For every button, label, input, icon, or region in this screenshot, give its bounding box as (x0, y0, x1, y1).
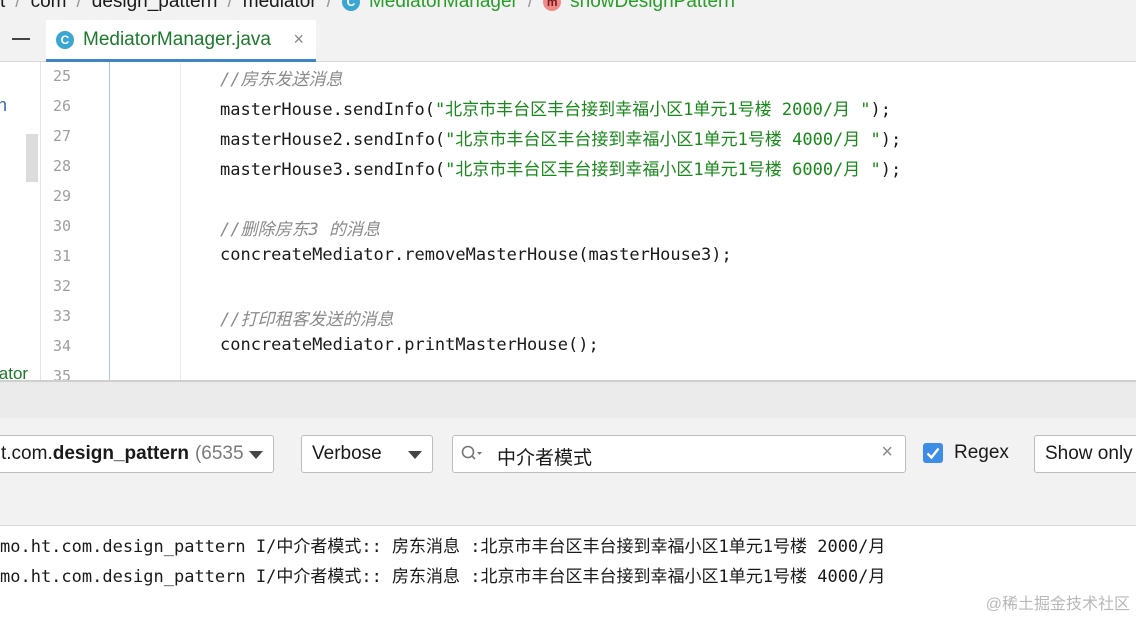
line-number: 34 (52, 337, 71, 355)
search-value: 中介者模式 (497, 448, 593, 469)
breadcrumb: t / com / design_pattern / mediator / CM… (0, 0, 1136, 20)
breadcrumb-separator: / (326, 0, 332, 12)
line-number: 30 (52, 217, 71, 235)
code-comment: //删除房东3 的消息 (220, 220, 380, 240)
code-string: "北京市丰台区丰台接到幸福小区1单元1号楼 6000/月 " (445, 160, 881, 180)
check-icon (926, 447, 940, 460)
process-dropdown[interactable]: t.com. design_pattern (6535 (0, 435, 274, 473)
breadcrumb-label: mediator (242, 0, 317, 12)
log-line: mo.ht.com.design_pattern I/中介者模式:: 房东消息 … (0, 537, 886, 557)
regex-label: Regex (954, 442, 1009, 463)
line-number-gutter: 25 26 27 28 29 30 31 32 33 34 35 (41, 62, 125, 385)
code-comment: //房东发送消息 (220, 70, 343, 90)
search-icon[interactable] (461, 445, 483, 463)
logcat-toolbar: t.com. design_pattern (6535 Verbose 中介者模式 … (0, 418, 1136, 526)
code-editor[interactable]: //房东发送消息 masterHouse.sendInfo("北京市丰台区丰台接… (125, 62, 1136, 380)
chevron-down-icon (408, 451, 422, 459)
code-line: masterHouse2.sendInfo("北京市丰台区丰台接到幸福小区1单元… (220, 125, 901, 150)
filter-dropdown[interactable]: Show only (1034, 435, 1136, 473)
method-icon: m (543, 0, 562, 11)
breadcrumb-label: com (30, 0, 67, 12)
indent-guide (180, 62, 181, 380)
code-text: masterHouse.sendInfo( (220, 100, 435, 120)
filter-value: Show only (1045, 443, 1133, 464)
log-level-dropdown[interactable]: Verbose (301, 435, 433, 473)
breadcrumb-separator: / (15, 0, 21, 12)
close-icon[interactable]: × (881, 441, 893, 464)
line-number: 32 (52, 277, 71, 295)
regex-checkbox[interactable] (923, 443, 943, 463)
line-number: 25 (52, 67, 71, 85)
scrollbar[interactable] (26, 134, 38, 182)
line-number: 28 (52, 157, 71, 175)
chevron-down-icon (249, 451, 263, 459)
code-text: masterHouse2.sendInfo( (220, 130, 446, 150)
breadcrumb-separator: / (76, 0, 82, 12)
editor-tab-bar: C MediatorManager.java × (0, 20, 1136, 62)
breadcrumb-item-class[interactable]: C MediatorManager (341, 0, 518, 13)
log-level-value: Verbose (312, 443, 382, 464)
breadcrumb-separator: / (227, 0, 233, 12)
line-number: 33 (52, 307, 71, 325)
breadcrumb-item-root[interactable]: t (0, 0, 5, 13)
breadcrumb-label: design_pattern (91, 0, 218, 12)
class-icon: C (341, 0, 360, 11)
process-pid: (6535 (194, 443, 244, 464)
collapse-icon[interactable] (12, 38, 30, 40)
process-name: design_pattern (52, 443, 189, 464)
tab-mediator-manager[interactable]: C MediatorManager.java × (46, 20, 316, 62)
code-string: "北京市丰台区丰台接到幸福小区1单元1号楼 2000/月 " (434, 100, 871, 120)
code-text: ); (880, 130, 902, 150)
breadcrumb-label: MediatorManager (368, 0, 518, 12)
log-line: mo.ht.com.design_pattern I/中介者模式:: 房东消息 … (0, 567, 886, 587)
process-prefix: t.com. (1, 443, 53, 464)
code-line: masterHouse.sendInfo("北京市丰台区丰台接到幸福小区1单元1… (220, 95, 891, 120)
code-text: ); (870, 100, 892, 120)
code-string: "北京市丰台区丰台接到幸福小区1单元1号楼 4000/月 " (445, 130, 881, 150)
line-number: 29 (52, 187, 71, 205)
code-line: concreateMediator.printMasterHouse(); (220, 335, 599, 355)
code-line: concreateMediator.removeMasterHouse(mast… (220, 245, 732, 265)
line-number: 27 (52, 127, 71, 145)
line-number: 26 (52, 97, 71, 115)
breadcrumb-separator: / (527, 0, 534, 12)
breadcrumb-item-method[interactable]: m showDesignPattern (543, 0, 735, 13)
line-number: 31 (52, 247, 71, 265)
breadcrumb-label: t (0, 0, 6, 12)
breadcrumb-item-com[interactable]: com (31, 0, 67, 13)
breadcrumb-item-design-pattern[interactable]: design_pattern (92, 0, 218, 13)
project-tree-fragment[interactable]: n (0, 95, 7, 116)
project-panel: n iator (0, 62, 41, 383)
close-icon[interactable]: × (293, 29, 304, 50)
code-line: masterHouse3.sendInfo("北京市丰台区丰台接到幸福小区1单元… (220, 155, 901, 180)
logcat-header (0, 382, 1136, 418)
tab-label: MediatorManager.java (83, 28, 271, 50)
class-icon: C (56, 30, 74, 49)
watermark: @稀土掘金技术社区 (985, 596, 1130, 613)
log-output[interactable]: mo.ht.com.design_pattern I/中介者模式:: 房东消息 … (0, 527, 1136, 620)
log-search-input[interactable]: 中介者模式 × (452, 435, 906, 473)
code-text: masterHouse3.sendInfo( (220, 160, 446, 180)
code-comment: //打印租客发送的消息 (220, 310, 394, 330)
code-text: ); (880, 160, 902, 180)
gutter-divider (109, 62, 110, 380)
breadcrumb-item-mediator[interactable]: mediator (243, 0, 317, 13)
breadcrumb-label: showDesignPattern (570, 0, 735, 12)
